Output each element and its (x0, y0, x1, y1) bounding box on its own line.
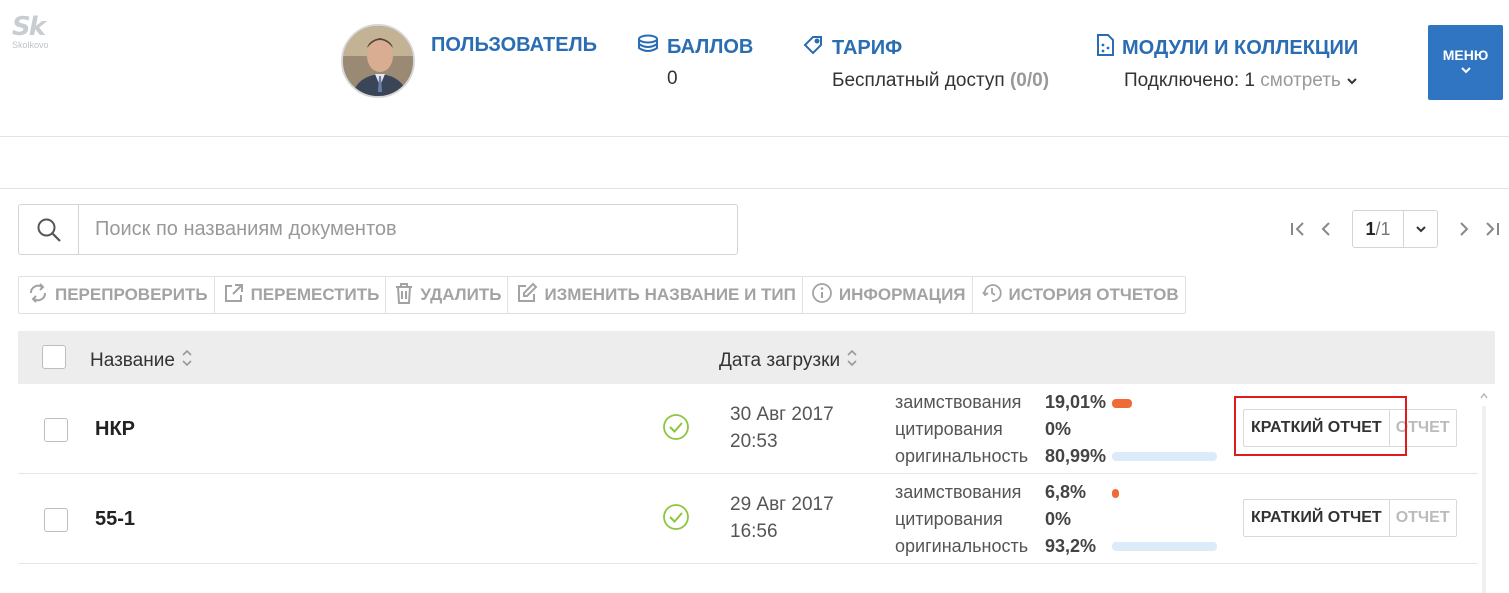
actions-toolbar: ПЕРЕПРОВЕРИТЬ ПЕРЕМЕСТИТЬ УДАЛИТЬ ИЗМЕНИ… (18, 276, 1186, 314)
borrow-value: 19,01% (1045, 392, 1107, 412)
move-button[interactable]: ПЕРЕМЕСТИТЬ (215, 277, 387, 313)
row-checkbox[interactable] (44, 508, 68, 532)
tariff-value: Бесплатный доступ (832, 70, 1005, 91)
tariff-count: (0/0) (1009, 70, 1050, 91)
trash-icon (394, 282, 414, 309)
rename-label: ИЗМЕНИТЬ НАЗВАНИЕ И ТИП (544, 285, 796, 304)
chevron-down-icon (1460, 63, 1472, 79)
table-row[interactable]: 55-1 29 Авг 2017 16:56 заимствования 6,8%… (18, 474, 1478, 564)
document-name[interactable]: НКР (95, 418, 135, 441)
info-button[interactable]: ИНФОРМАЦИЯ (803, 277, 973, 313)
orig-value: 93,2% (1045, 536, 1097, 556)
edit-icon (516, 282, 538, 309)
share-icon (223, 282, 245, 309)
menu-button[interactable]: МЕНЮ (1428, 25, 1503, 100)
borrow-bar (1112, 399, 1132, 408)
chevron-down-icon[interactable] (1346, 70, 1358, 91)
user-link[interactable]: ПОЛЬЗОВАТЕЛЬ (431, 34, 597, 57)
short-report-button[interactable]: КРАТКИЙ ОТЧЕТ (1244, 500, 1390, 536)
cite-label: цитирования (895, 509, 1003, 529)
search-icon[interactable] (19, 205, 79, 254)
header-divider (0, 136, 1509, 137)
col-date-label: Дата загрузки (719, 350, 841, 371)
modules-label: МОДУЛИ И КОЛЛЕКЦИИ (1122, 36, 1359, 59)
points-block: БАЛЛОВ 0 (637, 34, 753, 90)
info-icon (811, 282, 833, 309)
move-label: ПЕРЕМЕСТИТЬ (250, 285, 380, 304)
full-report-button[interactable]: ОТЧЕТ (1390, 500, 1456, 536)
prev-page-icon[interactable] (1312, 210, 1340, 248)
check-circle-icon (662, 503, 690, 536)
report-buttons: КРАТКИЙ ОТЧЕТ ОТЧЕТ (1243, 499, 1457, 537)
tariff-label: ТАРИФ (832, 36, 903, 59)
originality-bar (1112, 542, 1217, 551)
col-name-label: Название (90, 350, 175, 371)
modules-view-link[interactable]: смотреть (1260, 70, 1341, 91)
user-block[interactable]: ПОЛЬЗОВАТЕЛЬ (431, 34, 597, 57)
select-all-checkbox[interactable] (42, 345, 66, 369)
check-circle-icon (662, 413, 690, 446)
tariff-block: ТАРИФ Бесплатный доступ (0/0) (802, 34, 1049, 92)
row-checkbox[interactable] (44, 418, 68, 442)
user-avatar[interactable] (341, 24, 415, 98)
scrollbar[interactable] (1478, 386, 1490, 593)
next-page-icon[interactable] (1450, 210, 1478, 248)
points-label: БАЛЛОВ (667, 35, 754, 58)
page-total: /1 (1375, 218, 1391, 239)
refresh-icon (27, 282, 49, 309)
delete-button[interactable]: УДАЛИТЬ (386, 277, 509, 313)
document-icon (1096, 34, 1114, 62)
history-icon (981, 282, 1003, 309)
skolkovo-logo[interactable]: Sk Skolkovo (12, 14, 62, 50)
pagination: 1/1 (1284, 210, 1506, 248)
recheck-button[interactable]: ПЕРЕПРОВЕРИТЬ (19, 277, 215, 313)
logo-caption: Skolkovo (12, 40, 49, 50)
originality-bar (1112, 452, 1217, 461)
page-select[interactable]: 1/1 (1352, 210, 1438, 248)
rename-button[interactable]: ИЗМЕНИТЬ НАЗВАНИЕ И ТИП (508, 277, 803, 313)
upload-date: 30 Авг 2017 (730, 404, 834, 425)
logo-mark: Sk (12, 12, 46, 42)
cite-value: 0% (1045, 509, 1072, 529)
history-button[interactable]: ИСТОРИЯ ОТЧЕТОВ (973, 277, 1185, 313)
borrow-value: 6,8% (1045, 482, 1087, 502)
sort-by-name[interactable]: Название (90, 346, 193, 376)
modules-block: МОДУЛИ И КОЛЛЕКЦИИ Подключено: 1 смотрет… (1096, 34, 1358, 92)
modules-connected: Подключено: 1 (1124, 70, 1255, 91)
orig-value: 80,99% (1045, 446, 1107, 466)
coins-icon (637, 34, 659, 60)
search-input[interactable] (79, 218, 719, 241)
last-page-icon[interactable] (1478, 210, 1506, 248)
sort-by-date[interactable]: Дата загрузки (719, 346, 858, 376)
history-label: ИСТОРИЯ ОТЧЕТОВ (1008, 285, 1179, 304)
search-box (18, 204, 738, 255)
points-value: 0 (667, 68, 678, 89)
borrow-label: заимствования (895, 392, 1022, 412)
recheck-label: ПЕРЕПРОВЕРИТЬ (55, 285, 208, 304)
page-current: 1 (1365, 218, 1376, 239)
cite-label: цитирования (895, 419, 1003, 439)
upload-date: 29 Авг 2017 (730, 494, 834, 515)
delete-label: УДАЛИТЬ (420, 285, 502, 304)
menu-label: МЕНЮ (1442, 46, 1489, 63)
table-header: Название Дата загрузки (18, 331, 1495, 384)
borrow-label: заимствования (895, 482, 1022, 502)
upload-time: 16:56 (730, 521, 778, 542)
info-label: ИНФОРМАЦИЯ (838, 285, 966, 304)
document-name[interactable]: 55-1 (95, 508, 135, 531)
tag-icon (802, 34, 824, 62)
orig-label: оригинальность (895, 446, 1029, 466)
highlight-frame (1234, 396, 1407, 456)
orig-label: оригинальность (895, 536, 1029, 556)
section-divider (0, 188, 1509, 189)
sort-icon (846, 346, 858, 376)
upload-time: 20:53 (730, 431, 778, 452)
borrow-bar (1112, 489, 1119, 498)
cite-value: 0% (1045, 419, 1072, 439)
first-page-icon[interactable] (1284, 210, 1312, 248)
sort-icon (181, 346, 193, 376)
chevron-down-icon[interactable] (1403, 211, 1437, 247)
